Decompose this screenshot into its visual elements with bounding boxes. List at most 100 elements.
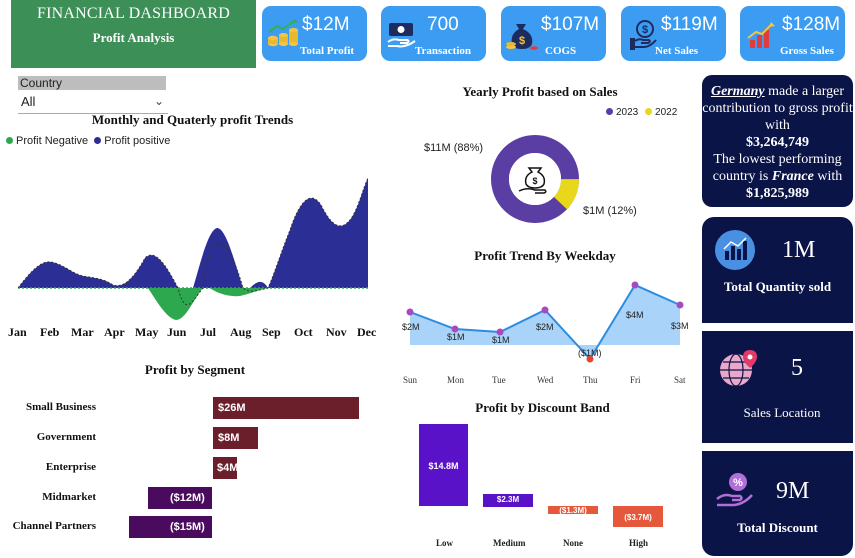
data-label: $1M bbox=[447, 332, 465, 342]
legend-2022-label: 2022 bbox=[655, 107, 678, 118]
segment-label: Small Business bbox=[26, 401, 96, 413]
hand-dollar-icon: $ bbox=[630, 20, 657, 50]
kpi-value: $119M bbox=[661, 14, 718, 35]
data-label: ($1.3M) bbox=[559, 506, 587, 515]
data-point bbox=[541, 306, 549, 314]
bar-growth-icon bbox=[747, 22, 775, 48]
insight-text-3: with bbox=[817, 169, 843, 184]
monthly-legend: Profit Negative Profit positive bbox=[6, 135, 170, 147]
svg-text:%: % bbox=[733, 477, 743, 489]
x-tick-label: Tue bbox=[492, 375, 506, 385]
data-label: ($1M) bbox=[578, 348, 602, 358]
weekday-chart-title: Profit Trend By Weekday bbox=[474, 248, 616, 263]
country-slicer-header: Country bbox=[18, 76, 166, 90]
x-tick-label: Sat bbox=[674, 375, 686, 385]
legend-2023-label: 2023 bbox=[616, 107, 639, 118]
x-tick-label: High bbox=[629, 538, 649, 548]
segment-bar: $8M bbox=[213, 427, 258, 449]
segment-label: Government bbox=[36, 431, 96, 443]
donut-label-2022: $1M (12%) bbox=[583, 205, 637, 217]
kpi-card-transaction: 700 Transaction bbox=[381, 6, 486, 61]
donut-label-2023: $11M (88%) bbox=[424, 142, 484, 154]
x-tick-label: None bbox=[563, 538, 583, 548]
area-positive bbox=[268, 178, 368, 288]
top-country-value: $3,264,749 bbox=[746, 135, 809, 150]
area-positive bbox=[18, 255, 178, 288]
segment-chart-title: Profit by Segment bbox=[144, 362, 246, 377]
legend-positive-label: Profit positive bbox=[104, 135, 171, 147]
stat-label: Total Quantity sold bbox=[723, 279, 832, 294]
bar-chart-icon bbox=[715, 230, 755, 270]
area-positive bbox=[193, 228, 243, 288]
data-label: $4M bbox=[626, 310, 644, 320]
yearly-legend: 2023 2022 bbox=[606, 107, 677, 118]
x-tick-label: Sep bbox=[262, 325, 281, 339]
area-negative bbox=[148, 288, 203, 320]
kpi-card-cogs: $ $107M COGS bbox=[501, 6, 606, 61]
stat-divider bbox=[702, 323, 853, 331]
x-tick-label: Wed bbox=[537, 375, 554, 385]
country-slicer-dropdown[interactable]: All ⌄ bbox=[18, 94, 168, 114]
data-label: $2M bbox=[402, 322, 420, 332]
x-tick-label: Apr bbox=[104, 325, 125, 339]
x-tick-label: Jan bbox=[8, 325, 27, 339]
coins-growth-icon bbox=[268, 19, 298, 47]
legend-negative-label: Profit Negative bbox=[16, 135, 89, 147]
x-tick-label: Oct bbox=[294, 325, 313, 339]
x-tick-label: Jul bbox=[200, 325, 217, 339]
x-tick-label: Dec bbox=[357, 325, 377, 339]
x-tick-label: Nov bbox=[326, 325, 347, 339]
segment-label: Enterprise bbox=[45, 461, 96, 473]
monthly-area-chart bbox=[18, 177, 370, 320]
segment-label: Channel Partners bbox=[12, 520, 96, 532]
cash-transfer-icon bbox=[387, 23, 416, 48]
x-tick-label: Mar bbox=[71, 325, 94, 339]
kpi-label: Total Profit bbox=[300, 45, 355, 57]
segment-bar: $4M bbox=[213, 457, 238, 479]
stat-label: Total Discount bbox=[737, 520, 818, 535]
chevron-down-icon: ⌄ bbox=[153, 94, 164, 108]
money-bag-icon: $ bbox=[506, 24, 538, 50]
globe-pin-icon bbox=[720, 350, 757, 387]
x-tick-label: May bbox=[135, 325, 159, 339]
kpi-card-net-sales: $ $119M Net Sales bbox=[621, 6, 726, 61]
svg-text:$: $ bbox=[642, 24, 648, 36]
x-tick-label: Thu bbox=[583, 375, 598, 385]
legend-dot-2023 bbox=[606, 108, 613, 115]
kpi-label: Gross Sales bbox=[780, 45, 834, 57]
segment-bar: $26M bbox=[213, 397, 359, 419]
x-tick-label: Medium bbox=[493, 538, 526, 548]
x-tick-label: Sun bbox=[403, 375, 418, 385]
title-block: FINANCIAL DASHBOARD Profit Analysis bbox=[11, 0, 256, 68]
yearly-chart-title: Yearly Profit based on Sales bbox=[462, 84, 618, 99]
data-label: $14.8M bbox=[428, 461, 459, 471]
x-tick-label: Fri bbox=[630, 375, 641, 385]
x-tick-label: Low bbox=[436, 538, 454, 548]
kpi-card-total-profit: $12M Total Profit bbox=[262, 6, 367, 61]
kpi-value: $128M bbox=[782, 14, 841, 35]
data-label: $1M bbox=[492, 335, 510, 345]
segment-bar: ($15M) bbox=[129, 516, 212, 538]
monthly-chart-title: Monthly and Quaterly profit Trends bbox=[91, 112, 294, 127]
data-point bbox=[406, 308, 414, 316]
data-label: $2.3M bbox=[496, 495, 520, 504]
kpi-card-gross-sales: $128M Gross Sales bbox=[740, 6, 845, 61]
country-slicer-value: All bbox=[21, 94, 36, 109]
kpi-value: $107M bbox=[541, 14, 600, 35]
kpi-label: Transaction bbox=[415, 45, 472, 57]
low-country: France bbox=[771, 169, 814, 184]
discount-chart-title: Profit by Discount Band bbox=[475, 400, 610, 415]
data-point bbox=[676, 301, 684, 309]
legend-dot-positive bbox=[94, 137, 102, 144]
svg-text:$: $ bbox=[532, 176, 537, 186]
stat-value: 1M bbox=[782, 237, 816, 263]
legend-dot-negative bbox=[6, 137, 13, 144]
x-tick-label: Feb bbox=[40, 325, 60, 339]
legend-dot-2022 bbox=[645, 108, 653, 115]
stat-label: Sales Location bbox=[743, 405, 821, 420]
data-label: ($3.7M) bbox=[624, 513, 652, 522]
dashboard-title: FINANCIAL DASHBOARD bbox=[37, 5, 230, 22]
data-label: $2M bbox=[536, 322, 554, 332]
area-positive bbox=[250, 281, 268, 288]
area-negative bbox=[210, 288, 268, 297]
